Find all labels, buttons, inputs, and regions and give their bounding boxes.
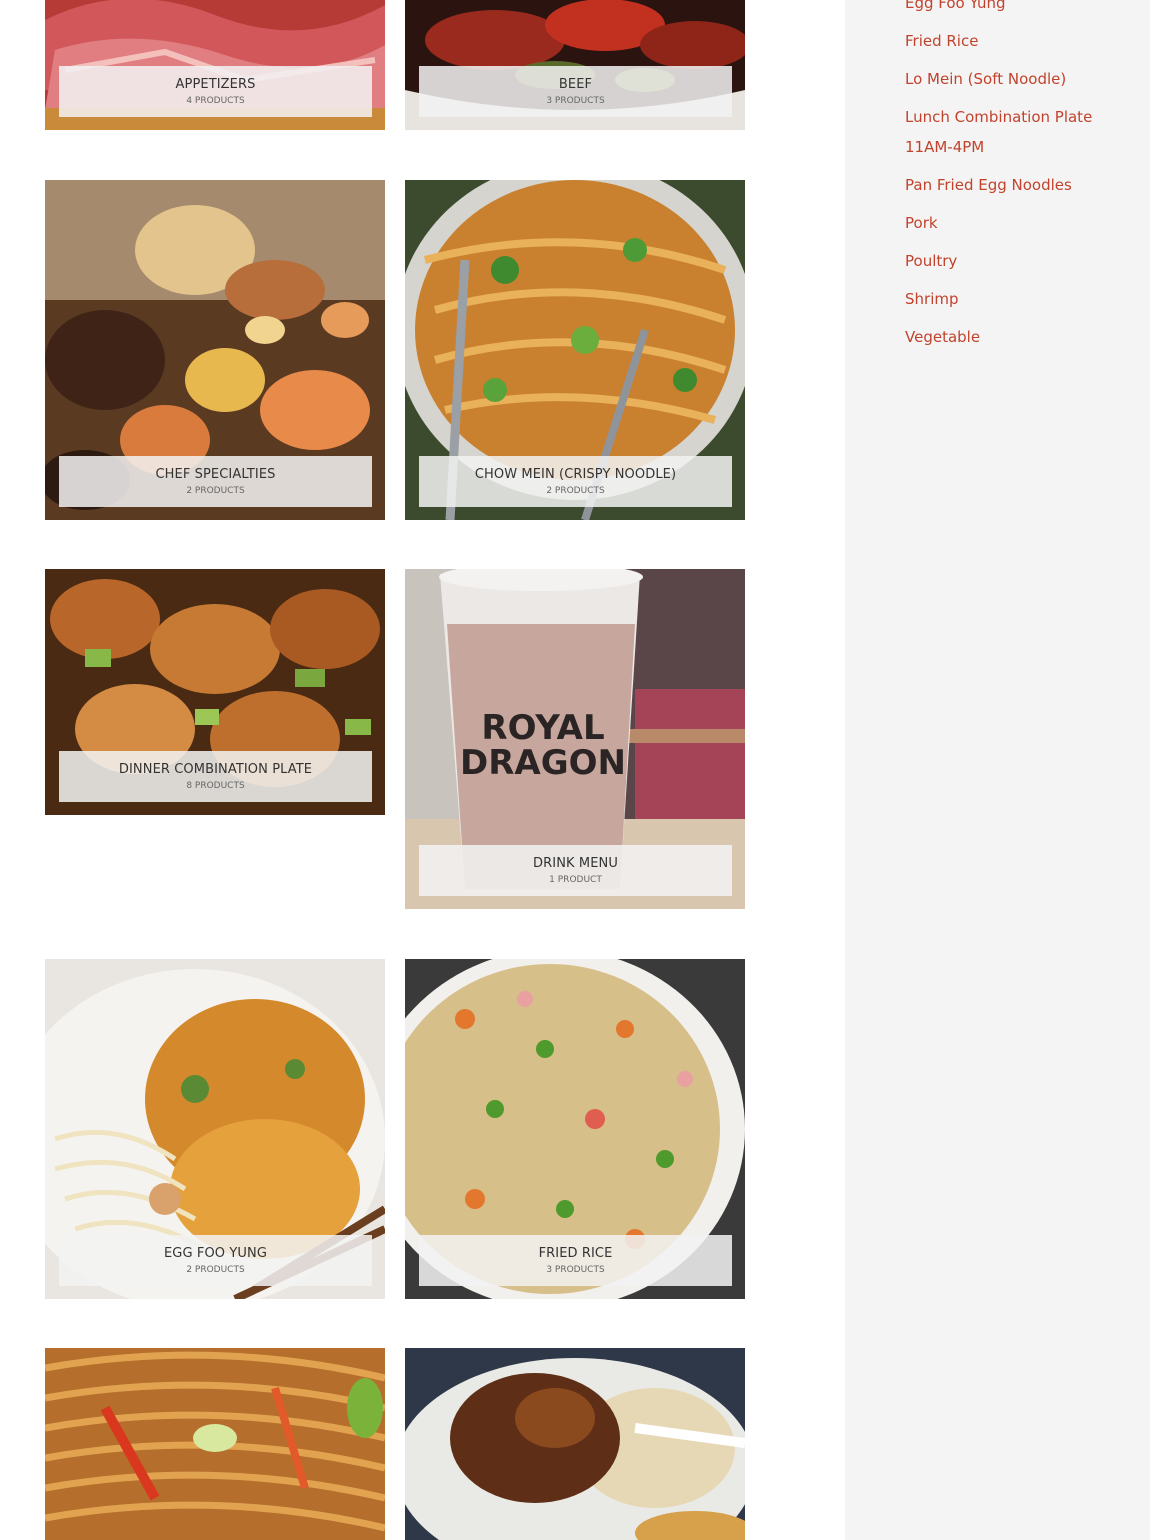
category-tile-lo-mein[interactable] (45, 1348, 385, 1540)
sidebar-link-shrimp[interactable]: Shrimp (905, 284, 1130, 314)
category-name: CHOW MEIN (CRISPY NOODLE) (474, 466, 677, 482)
list-item: Egg Foo Yung (905, 0, 1130, 18)
sidebar-link-pork[interactable]: Pork (905, 208, 1130, 238)
category-tile-egg-foo-yung[interactable]: EGG FOO YUNG 2 PRODUCTS (45, 959, 385, 1299)
sidebar-link-lo-mein[interactable]: Lo Mein (Soft Noodle) (905, 64, 1130, 94)
list-item: Poultry (905, 246, 1130, 276)
product-count: 8 PRODUCTS (186, 780, 245, 791)
cup-text-line-2: DRAGON (460, 743, 626, 783)
cup-text-line-1: ROYAL (481, 708, 604, 748)
category-label: DINNER COMBINATION PLATE 8 PRODUCTS (59, 751, 372, 802)
product-count: 2 PRODUCTS (546, 485, 605, 496)
product-count: 2 PRODUCTS (186, 485, 245, 496)
category-tile-chow-mein[interactable]: CHOW MEIN (CRISPY NOODLE) 2 PRODUCTS (405, 180, 745, 520)
sidebar-link-fried-rice[interactable]: Fried Rice (905, 26, 1130, 56)
category-tile-lunch-combination[interactable] (405, 1348, 745, 1540)
sidebar-link-lunch-combination[interactable]: Lunch Combination Plate 11AM-4PM (905, 102, 1130, 162)
category-name: EGG FOO YUNG (163, 1245, 268, 1261)
category-label: DRINK MENU 1 PRODUCT (419, 845, 732, 896)
product-count: 2 PRODUCTS (186, 1264, 245, 1275)
sidebar-link-poultry[interactable]: Poultry (905, 246, 1130, 276)
list-item: Shrimp (905, 284, 1130, 314)
category-tile-chef-specialties[interactable]: CHEF SPECIALTIES 2 PRODUCTS (45, 180, 385, 520)
category-sidebar: Egg Foo Yung Fried Rice Lo Mein (Soft No… (845, 0, 1150, 1540)
sidebar-link-pan-fried-egg-noodles[interactable]: Pan Fried Egg Noodles (905, 170, 1130, 200)
product-count: 3 PRODUCTS (546, 95, 605, 106)
category-tile-appetizers[interactable]: APPETIZERS 4 PRODUCTS (45, 0, 385, 130)
list-item: Pork (905, 208, 1130, 238)
lunch-plate-icon (405, 1348, 745, 1540)
category-label: CHEF SPECIALTIES 2 PRODUCTS (59, 456, 372, 507)
product-count: 1 PRODUCT (549, 874, 602, 885)
list-item: Fried Rice (905, 26, 1130, 56)
category-name: FRIED RICE (538, 1245, 613, 1261)
category-tile-drink-menu[interactable]: ROYAL DRAGON DRINK MENU 1 PRODUCT (405, 569, 745, 909)
category-label: CHOW MEIN (CRISPY NOODLE) 2 PRODUCTS (419, 456, 732, 507)
product-count: 4 PRODUCTS (186, 95, 245, 106)
category-name: APPETIZERS (175, 76, 256, 92)
category-tile-fried-rice[interactable]: FRIED RICE 3 PRODUCTS (405, 959, 745, 1299)
category-tile-dinner-combination-plate[interactable]: DINNER COMBINATION PLATE 8 PRODUCTS (45, 569, 385, 815)
category-label: BEEF 3 PRODUCTS (419, 66, 732, 117)
category-grid: APPETIZERS 4 PRODUCTS BEEF 3 PRODUCTS CH… (0, 0, 845, 1540)
sidebar-link-egg-foo-yung[interactable]: Egg Foo Yung (905, 0, 1130, 18)
list-item: Vegetable (905, 322, 1130, 352)
lo-mein-icon (45, 1348, 385, 1540)
category-name: BEEF (558, 76, 593, 92)
list-item: Lo Mein (Soft Noodle) (905, 64, 1130, 94)
sidebar-link-vegetable[interactable]: Vegetable (905, 322, 1130, 352)
category-tile-beef[interactable]: BEEF 3 PRODUCTS (405, 0, 745, 130)
category-name: CHEF SPECIALTIES (155, 466, 276, 482)
list-item: Pan Fried Egg Noodles (905, 170, 1130, 200)
list-item: Lunch Combination Plate 11AM-4PM (905, 102, 1130, 162)
product-count: 3 PRODUCTS (546, 1264, 605, 1275)
category-label: APPETIZERS 4 PRODUCTS (59, 66, 372, 117)
category-link-list: Egg Foo Yung Fried Rice Lo Mein (Soft No… (905, 0, 1130, 360)
category-name: DRINK MENU (533, 855, 618, 871)
category-label: FRIED RICE 3 PRODUCTS (419, 1235, 732, 1286)
category-label: EGG FOO YUNG 2 PRODUCTS (59, 1235, 372, 1286)
category-name: DINNER COMBINATION PLATE (118, 761, 313, 777)
